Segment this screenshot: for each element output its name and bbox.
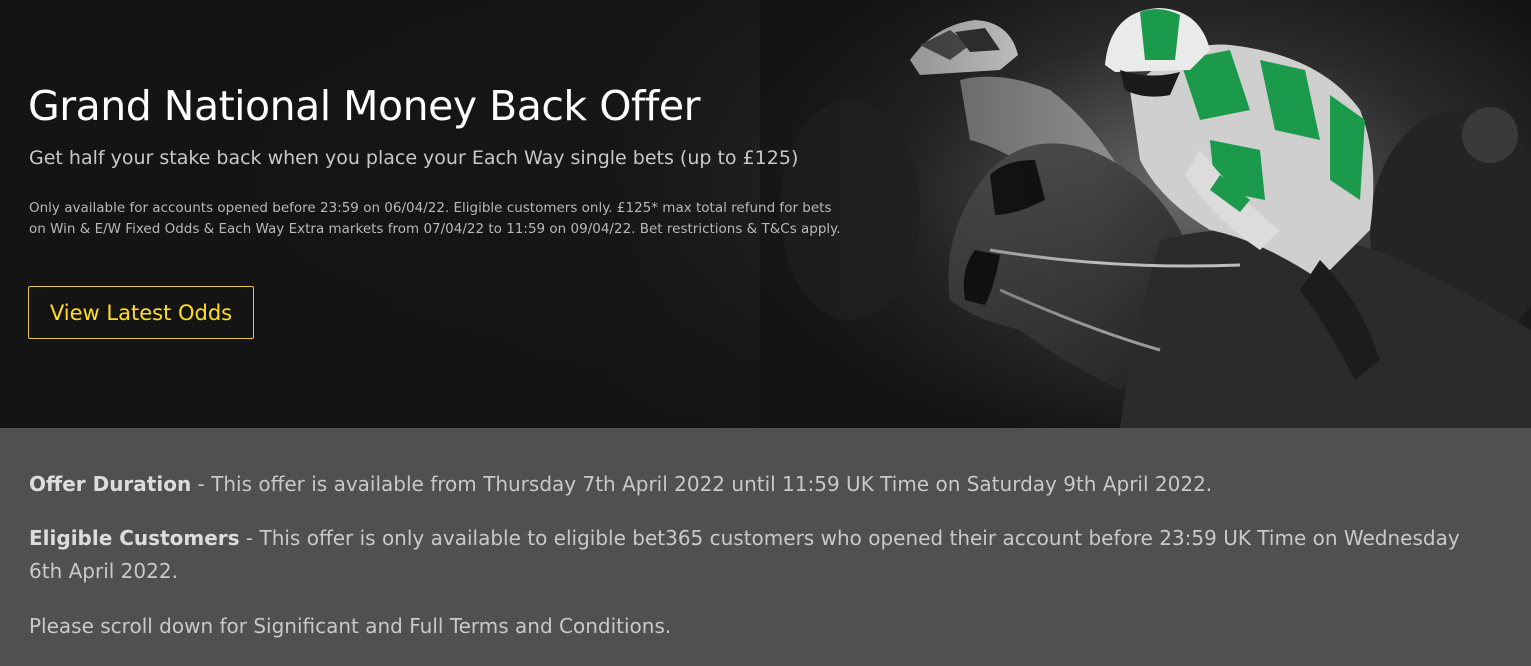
- promo-title: Grand National Money Back Offer: [28, 82, 700, 130]
- scroll-note: Please scroll down for Significant and F…: [29, 614, 672, 638]
- eligible-customers-paragraph: Eligible Customers - This offer is only …: [29, 522, 1499, 588]
- promo-subtitle: Get half your stake back when you place …: [29, 147, 799, 169]
- offer-info-section: Offer Duration - This offer is available…: [0, 428, 1531, 666]
- offer-duration-paragraph: Offer Duration - This offer is available…: [29, 468, 1499, 501]
- eligible-customers-label: Eligible Customers: [29, 526, 240, 550]
- view-latest-odds-button[interactable]: View Latest Odds: [28, 286, 254, 339]
- promo-page: Grand National Money Back Offer Get half…: [0, 0, 1531, 666]
- hero-banner: Grand National Money Back Offer Get half…: [0, 0, 1531, 428]
- eligible-customers-text: - This offer is only available to eligib…: [29, 526, 1460, 583]
- promo-terms-summary: Only available for accounts opened befor…: [29, 200, 841, 237]
- offer-duration-label: Offer Duration: [29, 472, 192, 496]
- offer-duration-text: - This offer is available from Thursday …: [191, 472, 1213, 496]
